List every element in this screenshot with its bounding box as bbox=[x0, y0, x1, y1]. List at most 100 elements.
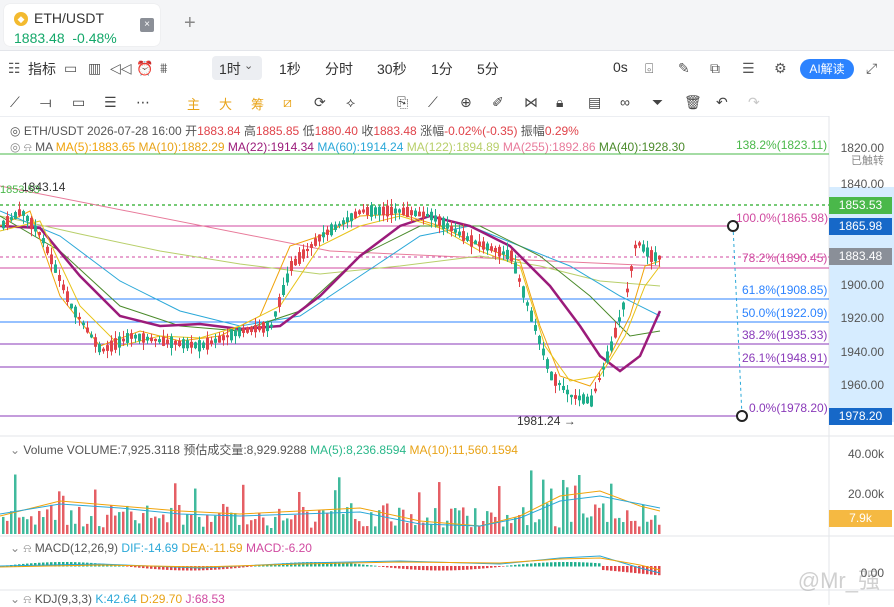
copy-icon[interactable]: ⎘ bbox=[397, 94, 408, 111]
macd-toggle-icon[interactable]: ⌄ ⍾ bbox=[10, 541, 31, 555]
macd-legend: ⌄ ⍾ MACD(12,26,9) DIF:-14.69 DEA:-11.59 … bbox=[10, 541, 312, 556]
add-tab-icon[interactable]: + bbox=[184, 12, 196, 35]
volume-bar bbox=[342, 514, 345, 534]
interval-30s[interactable]: 30秒 bbox=[377, 59, 407, 79]
candle bbox=[646, 247, 649, 257]
macd-bar bbox=[630, 566, 633, 573]
indicators-button[interactable]: 指标 bbox=[28, 59, 56, 79]
trendline-icon[interactable]: ⟋ bbox=[10, 94, 20, 111]
redo-icon[interactable]: ↷ bbox=[748, 94, 760, 111]
horizontal-ray-icon[interactable]: ⟞ bbox=[40, 94, 52, 111]
volume-ma10: MA(10):11,560.1594 bbox=[409, 443, 518, 457]
interval-1h-selector[interactable]: 1时 ⌄ bbox=[212, 56, 262, 80]
macd-bar bbox=[362, 564, 365, 567]
chart-type-icon[interactable]: ⩩ bbox=[160, 60, 167, 77]
volume-estimate: 预估成交量:8,929.9288 bbox=[183, 443, 307, 457]
close-icon[interactable]: × bbox=[140, 18, 154, 32]
volume-bar bbox=[38, 510, 41, 534]
alert-icon[interactable]: ⏰ bbox=[136, 60, 153, 77]
ma22-value: MA(22):1914.34 bbox=[227, 140, 314, 154]
interval-1s[interactable]: 1秒 bbox=[279, 59, 301, 79]
interval-5m[interactable]: 5分 bbox=[477, 59, 499, 79]
candle bbox=[46, 246, 49, 254]
volume-bar bbox=[482, 521, 485, 534]
candle bbox=[402, 207, 405, 216]
chart-toolbar: ☷ 指标 ▭ ▥ ◁◁ ⏰ ⩩ 1时 ⌄ 1秒 分时 30秒 1分 5分 0s … bbox=[0, 56, 894, 84]
kdj-toggle-icon[interactable]: ⌄ ⍾ bbox=[10, 592, 31, 606]
new-window-icon[interactable]: ⧉ bbox=[710, 60, 720, 77]
candle bbox=[98, 343, 101, 353]
volume-bar bbox=[210, 521, 213, 534]
candle bbox=[286, 273, 289, 283]
parallel-lines-icon[interactable]: ☰ bbox=[104, 94, 117, 111]
indicator-icon[interactable]: ☷ bbox=[8, 60, 21, 77]
replay-icon[interactable]: ◁◁ bbox=[110, 60, 132, 77]
ai-analysis-button[interactable]: AI解读 bbox=[800, 59, 854, 79]
macd-bar bbox=[438, 566, 441, 571]
fullscreen-icon[interactable]: ⤢ bbox=[866, 60, 877, 77]
price-tag-1865: 1865.98 bbox=[829, 218, 892, 235]
candle bbox=[442, 217, 445, 230]
candle bbox=[514, 262, 517, 274]
chart-area[interactable]: ◎ ETH/USDT 2026-07-28 16:00 开1883.84 高18… bbox=[0, 116, 894, 606]
undo-icon[interactable]: ↶ bbox=[716, 94, 728, 111]
ma-toggle-icon[interactable]: ◎ ⍾ bbox=[10, 140, 32, 154]
volume-bar bbox=[134, 520, 137, 534]
chip-button[interactable]: 筹 bbox=[251, 94, 264, 113]
candle bbox=[278, 297, 281, 307]
big-order-button[interactable]: 大 bbox=[219, 94, 232, 113]
briefcase-icon[interactable]: ▭ bbox=[64, 60, 77, 77]
candle bbox=[470, 235, 473, 247]
candle bbox=[182, 339, 185, 349]
candle bbox=[478, 241, 481, 247]
filter-icon[interactable]: ⏷ bbox=[652, 94, 663, 111]
magnet-icon[interactable]: ⟡ bbox=[346, 94, 355, 111]
candle bbox=[238, 327, 241, 337]
volume-bar bbox=[190, 514, 193, 534]
volume-collapse-icon[interactable]: ⌄ bbox=[10, 443, 20, 457]
compare-icon[interactable]: ⋈ bbox=[524, 94, 538, 111]
camera-icon[interactable]: ⌻ bbox=[645, 60, 653, 77]
candle bbox=[314, 238, 317, 246]
candle bbox=[2, 220, 5, 229]
volume-ma5: MA(5):8,236.8594 bbox=[310, 443, 407, 457]
layout-icon[interactable]: ▥ bbox=[88, 60, 101, 77]
candle bbox=[202, 342, 205, 348]
interval-timeshare[interactable]: 分时 bbox=[325, 59, 353, 79]
volume-bar bbox=[170, 507, 173, 534]
interval-1m[interactable]: 1分 bbox=[431, 59, 453, 79]
lock-icon[interactable]: 🔒︎ bbox=[556, 94, 563, 111]
info-amp: 0.29% bbox=[544, 124, 579, 138]
candle bbox=[106, 345, 109, 351]
eye-icon[interactable]: ◎ bbox=[10, 124, 20, 138]
pattern-icon[interactable]: ⧄ bbox=[283, 94, 292, 111]
ma122-value: MA(122):1894.89 bbox=[406, 140, 500, 154]
trash-icon[interactable]: 🗑︎ bbox=[684, 94, 702, 111]
macd-bar bbox=[510, 565, 513, 567]
candle bbox=[638, 242, 641, 246]
symbol-tab[interactable]: ◆ ETH/USDT 1883.48 -0.48% × bbox=[4, 4, 160, 46]
macd-bar bbox=[606, 566, 609, 571]
more-icon[interactable]: ⋯ bbox=[136, 94, 150, 111]
volume-bar bbox=[402, 509, 405, 534]
info-high: 1885.85 bbox=[255, 124, 300, 138]
ma40-value: MA(40):1928.30 bbox=[598, 140, 685, 154]
link-icon[interactable]: ∞ bbox=[620, 94, 630, 110]
macd-bar bbox=[622, 566, 625, 572]
volume-bar bbox=[574, 485, 577, 534]
main-chart-button[interactable]: 主 bbox=[187, 94, 200, 113]
zoom-in-icon[interactable]: ⊕ bbox=[460, 94, 472, 111]
list-icon[interactable]: ☰ bbox=[742, 60, 755, 77]
sync-icon[interactable]: ⟳ bbox=[314, 94, 326, 111]
settings-icon[interactable]: ⚙ bbox=[774, 60, 787, 77]
candle bbox=[222, 335, 225, 341]
ruler-icon[interactable]: ⟋ bbox=[428, 94, 438, 111]
candle bbox=[414, 210, 417, 217]
rectangle-icon[interactable]: ▭ bbox=[72, 94, 85, 111]
candle bbox=[134, 334, 137, 339]
pen-icon[interactable]: ✎ bbox=[678, 60, 690, 77]
macd-bar bbox=[446, 566, 449, 571]
kdj-j: J:68.53 bbox=[185, 592, 225, 606]
brush-icon[interactable]: ✐ bbox=[492, 94, 504, 111]
template-icon[interactable]: ▤ bbox=[588, 94, 601, 111]
